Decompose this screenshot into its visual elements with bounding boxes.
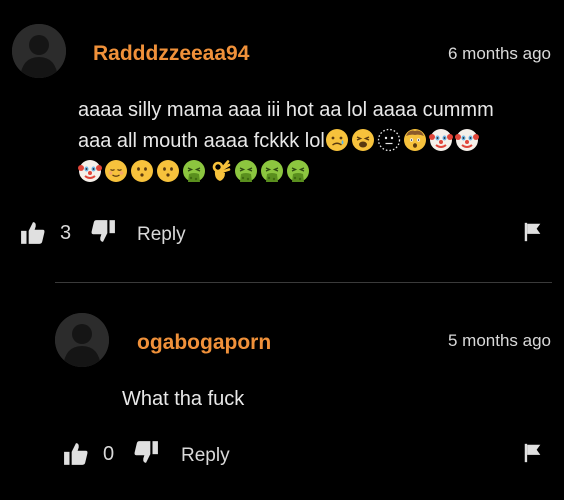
tired-face-icon — [351, 129, 374, 151]
username[interactable]: Radddzzeeaa94 — [93, 42, 249, 66]
relieved-icon — [105, 160, 127, 182]
avatar[interactable] — [55, 313, 109, 367]
exploding-head-icon — [403, 129, 426, 151]
clown-icon — [454, 129, 479, 151]
thumbs-down-icon[interactable] — [133, 439, 159, 465]
hushed-face-icon — [157, 160, 179, 182]
vomiting-icon — [287, 160, 309, 182]
emoji-group-2 — [78, 157, 558, 187]
user-avatar-icon — [55, 313, 109, 367]
emoji-group-1 — [325, 128, 481, 152]
reply-button[interactable]: Reply — [137, 224, 186, 246]
like-count: 3 — [60, 222, 72, 244]
clown-icon — [428, 129, 453, 151]
flag-icon[interactable] — [522, 220, 544, 244]
thumbs-up-icon[interactable] — [20, 220, 46, 246]
like-count: 0 — [103, 443, 115, 465]
sad-tear-icon — [325, 129, 348, 151]
dotted-face-icon — [377, 128, 400, 152]
hushed-face-icon — [131, 160, 153, 182]
ok-hand-icon — [212, 160, 231, 181]
comment-text: aaaa silly mama aaa iii hot aa lol aaaa … — [78, 95, 558, 187]
comment-actions: 3 Reply — [0, 212, 564, 252]
comment-actions: 0 Reply — [0, 433, 564, 473]
timestamp: 5 months ago — [447, 331, 551, 350]
reply-button[interactable]: Reply — [181, 445, 230, 467]
avatar[interactable] — [12, 24, 66, 78]
comment-text-line-2-text: aaa all mouth aaaa fckkk lol — [78, 130, 325, 152]
comment-text-line-1: aaaa silly mama aaa iii hot aa lol aaaa … — [78, 99, 494, 121]
timestamp: 6 months ago — [447, 44, 551, 63]
thumbs-down-icon[interactable] — [90, 218, 116, 244]
comment-text: What tha fuck — [122, 388, 245, 410]
user-avatar-icon — [12, 24, 66, 78]
vomiting-icon — [183, 160, 205, 182]
flag-icon[interactable] — [522, 441, 544, 465]
vomiting-icon — [261, 160, 283, 182]
comment-divider — [55, 282, 552, 283]
comment-text-line-2: aaa all mouth aaaa fckkk lol — [78, 126, 558, 157]
clown-icon — [78, 160, 102, 182]
vomiting-icon — [235, 160, 257, 182]
username[interactable]: ogabogaporn — [137, 331, 271, 355]
thumbs-up-icon[interactable] — [63, 441, 89, 467]
